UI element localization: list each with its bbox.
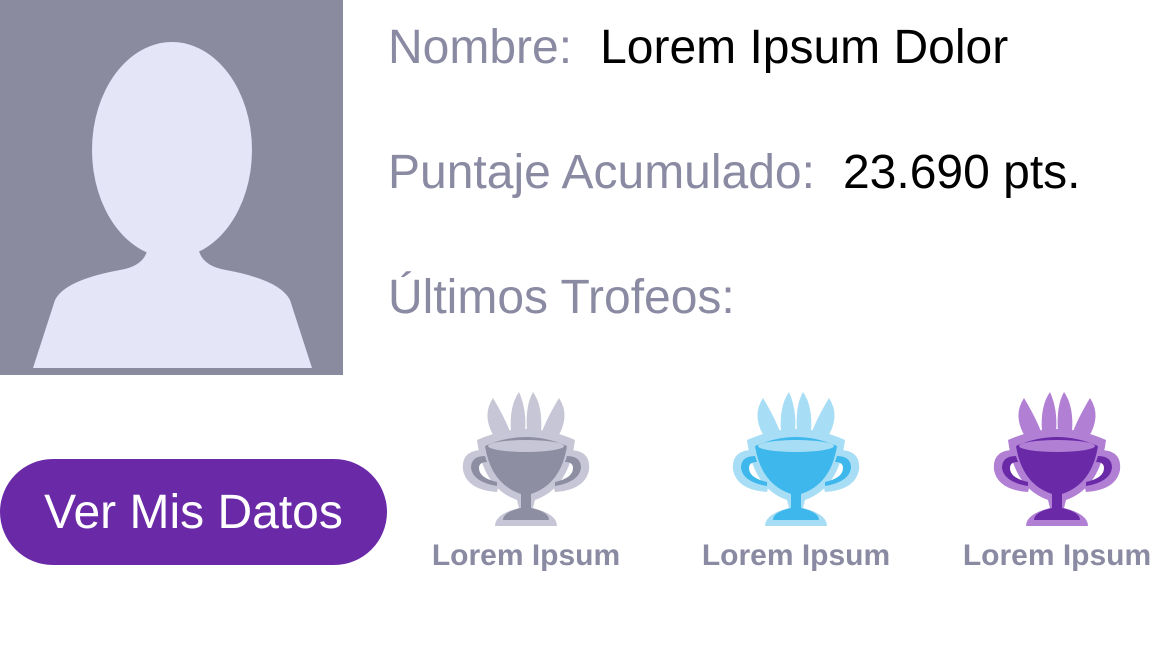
score-value: 23.690 pts. [842,146,1081,199]
trophy-item[interactable]: Lorem Ipsum [686,388,906,573]
name-row: Nombre: Lorem Ipsum Dolor [388,24,1008,72]
view-my-data-button[interactable]: Ver Mis Datos [0,459,387,565]
trophies-heading: Últimos Trofeos: [388,274,735,322]
trophy-label: Lorem Ipsum [962,539,1152,572]
trophy-icon [732,392,860,526]
trophy-label: Lorem Ipsum [431,539,621,572]
trophy-icon [462,392,590,526]
trophies-label: Últimos Trofeos: [388,271,735,324]
trophy-label: Lorem Ipsum [701,539,891,572]
trophy-icon [993,392,1121,526]
trophy-item[interactable]: Lorem Ipsum [947,388,1167,573]
avatar [0,0,343,375]
name-value: Lorem Ipsum Dolor [600,21,1009,74]
score-row: Puntaje Acumulado: 23.690 pts. [388,149,1080,197]
score-label: Puntaje Acumulado: [388,146,815,199]
trophy-item[interactable]: Lorem Ipsum [416,388,636,573]
user-silhouette-icon [33,42,312,368]
name-label: Nombre: [388,21,573,74]
